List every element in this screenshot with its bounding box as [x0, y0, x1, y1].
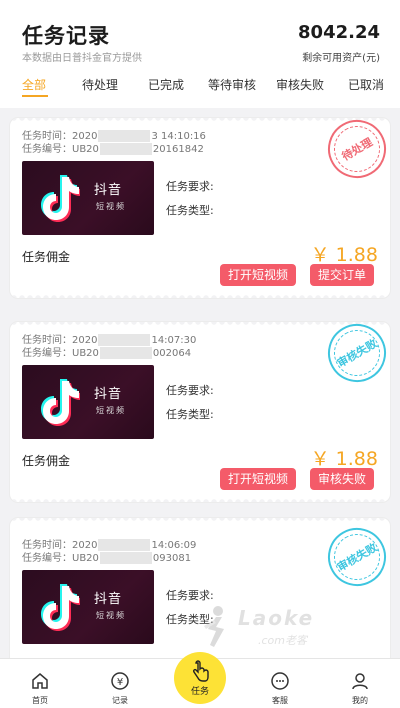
balance-value: 8042.24 — [298, 22, 380, 43]
tab-all[interactable]: 全部 — [22, 76, 46, 93]
app-subtitle: 短视频 — [96, 406, 126, 415]
open-video-button[interactable]: 打开短视频 — [220, 468, 297, 490]
runner-logo-icon — [204, 606, 224, 647]
commission-price: ￥ 1.88 — [310, 448, 378, 470]
perforation-bottom — [10, 294, 390, 298]
tab-cancelled[interactable]: 已取消 — [348, 76, 384, 93]
tab-awaiting-review[interactable]: 等待审核 — [208, 76, 256, 93]
record-icon: ¥ — [111, 672, 129, 690]
redaction — [99, 347, 152, 359]
watermark-subtext: .com老客 — [258, 634, 307, 647]
task-type-label: 任务类型: — [166, 408, 214, 421]
perforation-top — [10, 118, 390, 122]
submit-order-button[interactable]: 提交订单 — [310, 264, 375, 286]
douyin-thumbnail[interactable]: 抖音 短视频 — [22, 161, 154, 235]
task-id: 任务编号：UB20 20161842 — [22, 143, 204, 155]
tab-pending[interactable]: 待处理 — [82, 76, 118, 93]
commission-label: 任务佣金 — [22, 454, 71, 468]
header: 任务记录 本数据由日普抖金官方提供 8042.24 剩余可用资产(元) 全部 待… — [0, 0, 400, 108]
nav-record-label: 记录 — [112, 696, 128, 705]
douyin-thumbnail[interactable]: 抖音 短视频 — [22, 365, 154, 439]
task-requirement-label: 任务要求: — [166, 384, 214, 397]
home-icon — [32, 673, 48, 689]
commission-label: 任务佣金 — [22, 250, 71, 264]
douyin-logo-icon — [41, 175, 80, 222]
status-tabs: 全部 待处理 已完成 等待审核 审核失败 已取消 — [0, 76, 400, 98]
watermark-text: Laoke — [238, 606, 315, 630]
perforation-top — [10, 518, 390, 522]
active-tab-underline — [22, 95, 48, 97]
task-id: 任务编号：UB20 093081 — [22, 552, 192, 564]
task-requirement-label: 任务要求: — [166, 180, 214, 193]
nav-service-label: 客服 — [272, 696, 288, 705]
review-failed-button[interactable]: 审核失败 — [310, 468, 375, 490]
nav-profile-label: 我的 — [352, 696, 368, 705]
nav-task[interactable]: 任务 — [174, 652, 226, 704]
app-subtitle: 短视频 — [96, 202, 126, 211]
laoke-watermark: Laoke .com老客 — [198, 604, 358, 654]
page-title: 任务记录 — [22, 24, 110, 48]
page-subtitle: 本数据由日普抖金官方提供 — [22, 53, 142, 64]
open-video-button[interactable]: 打开短视频 — [220, 264, 297, 286]
nav-service[interactable]: 客服 — [250, 659, 310, 708]
redaction — [99, 552, 152, 564]
commission-price: ￥ 1.88 — [310, 244, 378, 266]
balance-label: 剩余可用资产(元) — [302, 53, 380, 64]
nav-task-label: 任务 — [190, 687, 209, 697]
perforation-top — [10, 322, 390, 326]
nav-home[interactable]: 首页 — [10, 659, 70, 708]
douyin-logo-icon — [41, 379, 80, 426]
task-card: 任务时间：2020 3 14:10:16 任务编号：UB20 20161842 抖音… — [10, 118, 390, 298]
nav-profile[interactable]: 我的 — [330, 659, 390, 708]
app-name: 抖音 — [94, 592, 123, 607]
redaction — [99, 143, 152, 155]
nav-home-label: 首页 — [32, 696, 48, 705]
task-type-label: 任务类型: — [166, 204, 214, 217]
tab-review-failed[interactable]: 审核失败 — [276, 76, 324, 93]
app-subtitle: 短视频 — [96, 611, 126, 620]
task-card: 任务时间：2020 14:07:30 任务编号：UB20 002064 抖音 短视频… — [10, 322, 390, 502]
status-stamp: 待处理 — [317, 118, 390, 189]
nav-record[interactable]: ¥ 记录 — [90, 659, 150, 708]
svg-text:¥: ¥ — [117, 677, 123, 688]
app-name: 抖音 — [94, 387, 123, 402]
task-id: 任务编号：UB20 002064 — [22, 347, 192, 359]
app-name: 抖音 — [94, 183, 123, 198]
task-requirement-label: 任务要求: — [166, 589, 214, 602]
hand-tap-icon — [193, 660, 209, 682]
status-stamp: 审核失败 — [317, 322, 390, 393]
douyin-thumbnail[interactable]: 抖音 短视频 — [22, 570, 154, 644]
user-icon — [352, 673, 368, 690]
douyin-logo-icon — [41, 584, 80, 631]
status-stamp: 审核失败 — [317, 518, 390, 597]
chat-icon — [271, 672, 289, 690]
tab-completed[interactable]: 已完成 — [148, 76, 184, 93]
perforation-bottom — [10, 498, 390, 502]
